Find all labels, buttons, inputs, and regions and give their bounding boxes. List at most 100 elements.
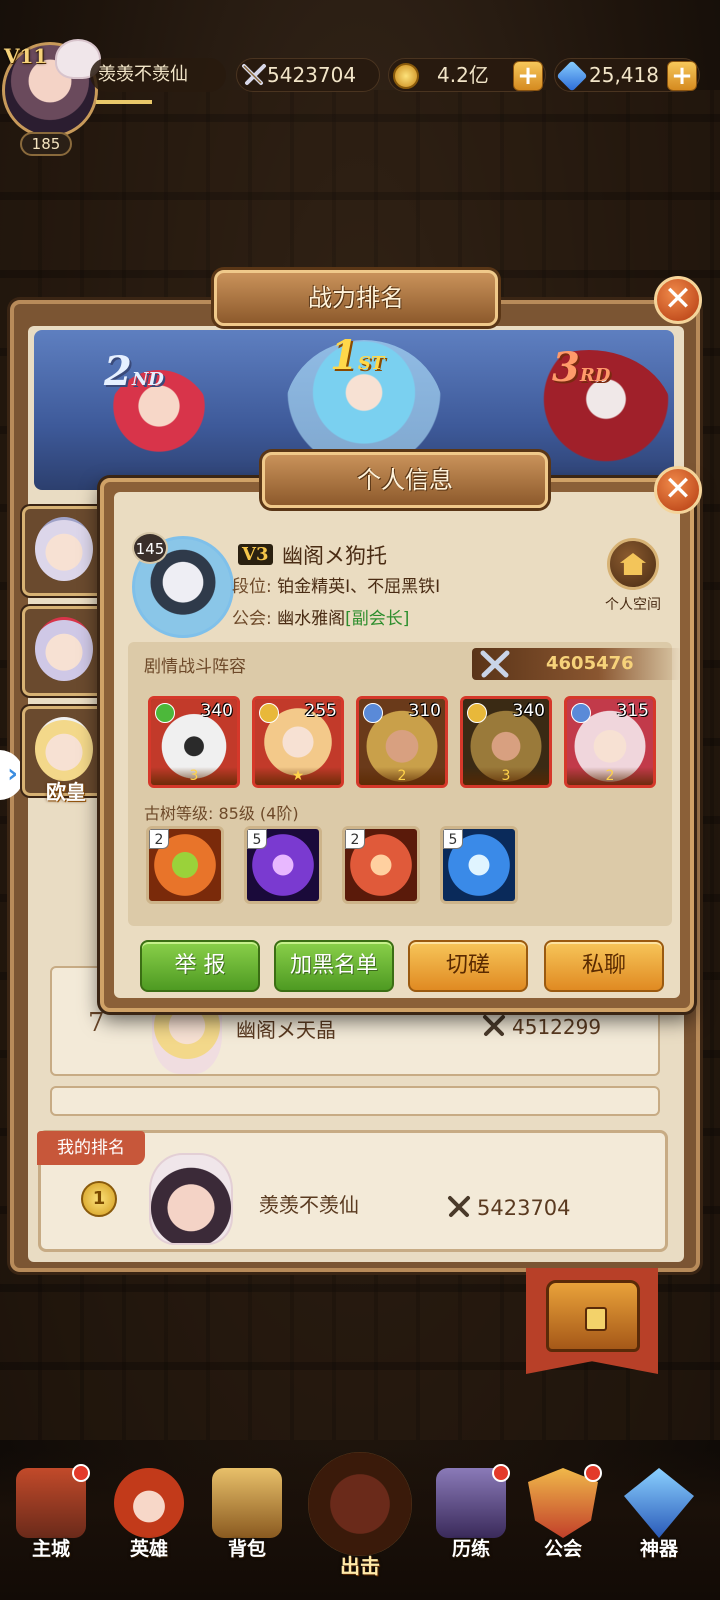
notification-dot (492, 1464, 510, 1482)
skill-3-count: 2 (345, 829, 365, 849)
profile-name: 幽阁メ狗托 (282, 544, 387, 568)
personal-info-body: 145 V3 幽阁メ狗托 段位: 铂金精英Ⅰ、不屈黑铁Ⅰ 公会: 幽水雅阁[副会… (114, 492, 682, 998)
power-value: 5423704 (267, 63, 357, 87)
player-vip: V11 (4, 44, 48, 68)
gem-value: 25,418 (589, 63, 659, 87)
podium-second-label: 2ND (104, 348, 164, 395)
side-hero-2[interactable] (22, 606, 106, 696)
private-chat-button[interactable]: 私聊 (544, 940, 664, 992)
player-name: 羡羡不羡仙 (90, 58, 226, 92)
side-hero-1[interactable] (22, 506, 106, 596)
my-rank-card: 我的排名 1 羡羡不羡仙 5423704 (37, 1130, 668, 1252)
gold-medal-icon: 1 (81, 1181, 117, 1217)
add-gems-button[interactable]: + (667, 61, 697, 91)
hero-2-element-icon (259, 703, 279, 723)
side-hero-1-portrait (35, 517, 93, 581)
info-dialog-title: 个人信息 (262, 452, 548, 508)
hero-2-level: 255 (304, 701, 337, 721)
home-icon (607, 538, 659, 590)
nav-guild[interactable]: 公会 (518, 1464, 608, 1588)
side-hero-2-portrait (35, 617, 93, 681)
nav-label: 公会 (543, 1538, 582, 1560)
nav-label: 主城 (31, 1538, 70, 1560)
lineup-hero-2[interactable]: 255 ★ (252, 696, 344, 788)
crossed-swords-icon (448, 1196, 470, 1217)
lineup-hero-3[interactable]: 310 2 (356, 696, 448, 788)
lineup-hero-4[interactable]: 340 3 (460, 696, 552, 788)
nav-attack[interactable]: 出击 (304, 1452, 416, 1592)
treasure-chest-icon[interactable] (546, 1280, 640, 1352)
my-avatar (149, 1153, 233, 1245)
gem-pill: 25,418 + (554, 58, 700, 92)
lineup-section: 剧情战斗阵容 4605476 340 3 255 ★ 310 2 340 3 3… (128, 642, 682, 926)
nav-artifact[interactable]: 神器 (614, 1468, 704, 1588)
guild-name: 幽水雅阁 (277, 609, 346, 629)
nav-label: 背包 (227, 1538, 266, 1560)
player-level: 185 (20, 132, 72, 156)
ranking-title: 战力排名 (214, 270, 498, 326)
personal-space-button[interactable]: 个人空间 (598, 538, 668, 618)
skill-1-count: 2 (149, 829, 169, 849)
my-name: 羡羡不羡仙 (259, 1193, 359, 1217)
nav-label: 英雄 (129, 1538, 168, 1560)
profile-guild-line: 公会: 幽水雅阁[副会长] (232, 604, 409, 629)
ranking-close-button[interactable]: ✕ (654, 276, 702, 324)
tree-skill-4[interactable]: 5 (440, 826, 518, 904)
side-hero-3-portrait (35, 717, 93, 781)
hero-2-stars: ★ (255, 767, 341, 785)
row-name: 幽阁メ天晶 (236, 1018, 336, 1042)
tree-skill-2[interactable]: 5 (244, 826, 322, 904)
report-button[interactable]: 举 报 (140, 940, 260, 992)
hero-3-level: 310 (408, 701, 441, 721)
top-bar: V11 185 羡羡不羡仙 5423704 4.2亿 + 25,418 + (0, 0, 720, 156)
my-rank-tag: 我的排名 (37, 1131, 145, 1165)
blacklist-button[interactable]: 加黑名单 (274, 940, 394, 992)
hero-5-level: 315 (616, 701, 649, 721)
row-rank: 7 (88, 1008, 105, 1038)
personal-space-label: 个人空间 (605, 597, 661, 613)
hero-1-element-icon (155, 703, 175, 723)
podium-first-label: 1ST (330, 332, 385, 379)
hero-3-stars: 2 (359, 767, 445, 785)
my-power: 5423704 (447, 1195, 571, 1220)
nav-main-city[interactable]: 主城 (6, 1464, 96, 1588)
profile-vip: V3 (238, 544, 273, 565)
rank-label: 段位: (232, 577, 272, 597)
personal-info-dialog: 145 V3 幽阁メ狗托 段位: 铂金精英Ⅰ、不屈黑铁Ⅰ 公会: 幽水雅阁[副会… (100, 478, 694, 1012)
crossed-swords-icon (480, 650, 510, 678)
gem-icon (556, 60, 588, 92)
tree-skill-1[interactable]: 2 (146, 826, 224, 904)
hero-5-stars: 2 (567, 767, 653, 785)
rank-value: 铂金精英Ⅰ、不屈黑铁Ⅰ (277, 577, 441, 597)
guild-label: 公会: (232, 609, 272, 629)
add-gold-button[interactable]: + (513, 61, 543, 91)
duel-button[interactable]: 切磋 (408, 940, 528, 992)
lineup-hero-5[interactable]: 315 2 (564, 696, 656, 788)
table-row[interactable] (50, 1086, 660, 1116)
nav-training[interactable]: 历练 (426, 1464, 516, 1588)
lineup-power: 4605476 (472, 648, 682, 680)
skill-2-count: 5 (247, 829, 267, 849)
notification-dot (72, 1464, 90, 1482)
profile-rank-line: 段位: 铂金精英Ⅰ、不屈黑铁Ⅰ (232, 572, 440, 597)
hero-5-element-icon (571, 703, 591, 723)
ouhuang-badge: 欧皇 (46, 780, 86, 804)
hero-4-level: 340 (512, 701, 545, 721)
crossed-swords-icon (308, 1452, 412, 1556)
hero-4-element-icon (467, 703, 487, 723)
info-close-button[interactable]: ✕ (654, 466, 702, 514)
tree-level: 古树等级: 85级 (4阶) (144, 804, 299, 823)
gold-pill: 4.2亿 + (388, 58, 546, 92)
lineup-hero-1[interactable]: 340 3 (148, 696, 240, 788)
nav-bag[interactable]: 背包 (202, 1468, 292, 1588)
guild-role: [副会长] (345, 609, 410, 629)
nav-label: 出击 (340, 1554, 380, 1578)
hero-1-level: 340 (200, 701, 233, 721)
tree-skill-3[interactable]: 2 (342, 826, 420, 904)
crossed-swords-icon (242, 64, 266, 85)
profile-level: 145 (132, 532, 168, 564)
nav-heroes[interactable]: 英雄 (104, 1468, 194, 1588)
row-power: 4512299 (482, 1014, 601, 1039)
lineup-title: 剧情战斗阵容 (144, 657, 246, 677)
hero-icon (114, 1468, 184, 1538)
